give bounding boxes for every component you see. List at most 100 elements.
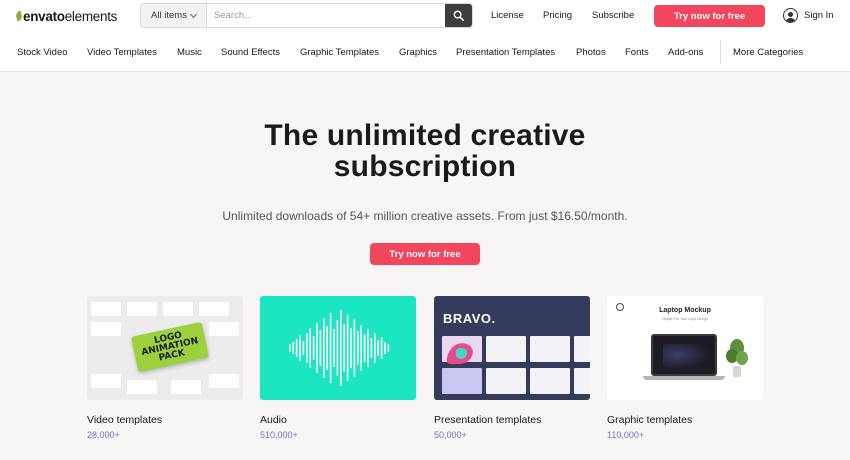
search-filter-label: All items bbox=[151, 10, 187, 21]
card-count: 110,000+ bbox=[607, 430, 645, 440]
waveform-bar bbox=[353, 319, 356, 377]
search-input[interactable] bbox=[207, 4, 445, 27]
plant-icon bbox=[726, 339, 748, 377]
pricing-link[interactable]: Pricing bbox=[543, 10, 572, 21]
card-label: Graphic templates bbox=[607, 414, 693, 426]
logo-text-light: elements bbox=[64, 8, 118, 24]
card-label: Video templates bbox=[87, 414, 163, 426]
search-icon bbox=[453, 10, 464, 21]
category-presentation-templates[interactable]: Presentation Templates bbox=[456, 47, 555, 58]
mockup-subheading: Simple For Your Logo Design bbox=[662, 317, 708, 321]
slide-preview bbox=[574, 368, 590, 394]
search-filter-dropdown[interactable]: All items bbox=[141, 4, 207, 27]
category-card-audio[interactable]: Audio 510,000+ bbox=[260, 296, 416, 440]
sign-in-label: Sign In bbox=[804, 10, 834, 21]
category-photos[interactable]: Photos bbox=[576, 47, 606, 58]
thumbnail-tile bbox=[199, 302, 229, 316]
category-video-templates[interactable]: Video Templates bbox=[87, 47, 157, 58]
waveform-bar bbox=[384, 342, 386, 354]
card-label: Presentation templates bbox=[434, 414, 542, 426]
waveform-bar bbox=[363, 334, 366, 362]
logo-text-strong: envato bbox=[23, 8, 65, 24]
mockup-heading: Laptop Mockup bbox=[659, 307, 711, 314]
category-stock-video[interactable]: Stock Video bbox=[17, 47, 68, 58]
waveform-bar bbox=[374, 333, 376, 363]
category-fonts[interactable]: Fonts bbox=[625, 47, 649, 58]
more-categories-button[interactable]: More Categories bbox=[733, 47, 803, 58]
waveform-bar bbox=[295, 339, 298, 357]
search-bar: All items bbox=[140, 3, 473, 28]
card-count: 510,000+ bbox=[260, 430, 298, 440]
category-add-ons[interactable]: Add-ons bbox=[668, 47, 703, 58]
slide-preview bbox=[530, 368, 570, 394]
thumbnail-tile bbox=[91, 374, 121, 388]
category-graphics[interactable]: Graphics bbox=[399, 47, 437, 58]
slide-preview bbox=[574, 336, 590, 362]
top-header: envato elements All items License Pricin… bbox=[0, 0, 850, 32]
waveform-bar bbox=[346, 315, 349, 381]
waveform-bar bbox=[323, 318, 325, 378]
category-graphic-templates[interactable]: Graphic Templates bbox=[300, 47, 379, 58]
license-link[interactable]: License bbox=[491, 10, 524, 21]
thumbnail-tile bbox=[127, 302, 157, 316]
category-card-graphic-templates[interactable]: Laptop Mockup Simple For Your Logo Desig… bbox=[607, 296, 763, 440]
thumbnail-tile bbox=[91, 302, 121, 316]
category-music[interactable]: Music bbox=[177, 47, 202, 58]
waveform-bar bbox=[343, 324, 345, 372]
category-card-presentation-templates[interactable]: BRAVO. Presentation templates 50,000+ bbox=[434, 296, 590, 440]
thumbnail-tile bbox=[163, 302, 193, 316]
hero-title: The unlimited creative subscription bbox=[0, 120, 850, 182]
chevron-down-icon bbox=[189, 10, 197, 18]
waveform-bar bbox=[340, 310, 342, 386]
category-divider bbox=[720, 40, 721, 64]
waveform-bar bbox=[350, 328, 352, 368]
try-now-header-button[interactable]: Try now for free bbox=[654, 5, 765, 27]
waveform-bar bbox=[326, 326, 328, 370]
audio-thumbnail bbox=[260, 296, 416, 400]
waveform-bar bbox=[289, 344, 291, 352]
slide-preview bbox=[530, 336, 570, 362]
waveform-icon bbox=[289, 310, 390, 386]
waveform-bar bbox=[302, 341, 305, 355]
hero-title-line-1: The unlimited creative bbox=[264, 119, 586, 152]
hero-subtitle: Unlimited downloads of 54+ million creat… bbox=[222, 209, 628, 223]
waveform-bar bbox=[299, 335, 301, 361]
category-nav: Stock Video Video Templates Music Sound … bbox=[0, 32, 850, 72]
presentation-templates-thumbnail: BRAVO. bbox=[434, 296, 590, 400]
graphic-templates-thumbnail: Laptop Mockup Simple For Your Logo Desig… bbox=[607, 296, 763, 400]
category-sound-effects[interactable]: Sound Effects bbox=[221, 47, 280, 58]
card-count: 28,000+ bbox=[87, 430, 120, 440]
waveform-bar bbox=[306, 333, 308, 363]
waveform-bar bbox=[370, 338, 373, 358]
search-button[interactable] bbox=[445, 4, 472, 27]
waveform-bar bbox=[387, 344, 390, 352]
waveform-bar bbox=[357, 331, 359, 365]
thumbnail-tile bbox=[171, 380, 201, 394]
bravo-heading: BRAVO. bbox=[443, 311, 496, 326]
waveform-bar bbox=[292, 342, 294, 354]
card-label: Audio bbox=[260, 414, 287, 426]
category-card-video-templates[interactable]: LOGO ANIMATION PACK Video templates 28,0… bbox=[87, 296, 243, 440]
slide-preview bbox=[486, 368, 526, 394]
thumbnail-tile bbox=[91, 322, 121, 336]
video-templates-thumbnail: LOGO ANIMATION PACK bbox=[87, 296, 243, 400]
sign-in-button[interactable]: Sign In bbox=[783, 8, 834, 23]
envato-elements-logo[interactable]: envato elements bbox=[14, 8, 118, 24]
thumbnail-tile bbox=[209, 322, 239, 336]
laptop-screen-artwork bbox=[651, 334, 717, 376]
waveform-bar bbox=[319, 330, 322, 366]
slide-preview bbox=[442, 368, 482, 394]
hero-title-line-2: subscription bbox=[333, 150, 517, 183]
user-icon bbox=[783, 8, 798, 23]
subscribe-link[interactable]: Subscribe bbox=[592, 10, 634, 21]
try-now-hero-button[interactable]: Try now for free bbox=[370, 243, 480, 265]
waveform-bar bbox=[316, 323, 318, 373]
waveform-bar bbox=[329, 313, 332, 383]
logo-animation-pack-artwork: LOGO ANIMATION PACK bbox=[131, 321, 209, 373]
waveform-bar bbox=[367, 329, 369, 367]
thumbnail-tile bbox=[209, 374, 239, 388]
waveform-bar bbox=[312, 336, 315, 360]
abstract-shape-artwork bbox=[446, 343, 473, 365]
waveform-bar bbox=[309, 328, 311, 368]
waveform-bar bbox=[333, 329, 335, 367]
